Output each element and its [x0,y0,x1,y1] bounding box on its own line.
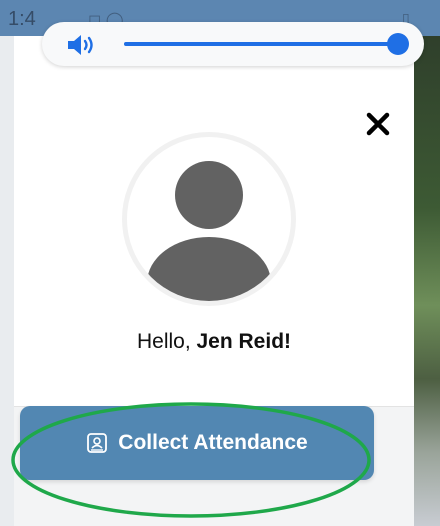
status-time: 1:4 [8,8,36,30]
id-badge-icon [87,433,108,453]
volume-slider-thumb[interactable] [387,33,410,55]
close-icon [366,112,390,136]
close-button[interactable] [364,110,392,138]
user-name: Jen Reid! [196,330,292,353]
collect-attendance-button[interactable]: Collect Attendance [20,406,374,480]
person-icon [147,161,271,301]
volume-slider-fill [124,42,399,46]
background-left-strip [0,36,14,526]
collect-attendance-label: Collect Attendance [118,431,308,454]
background-photo [414,36,440,526]
volume-overlay [42,22,424,66]
greeting-prefix: Hello, [136,330,197,353]
speaker-icon[interactable] [66,33,98,57]
avatar [122,132,296,306]
greeting-text: Hello, Jen Reid! [14,330,414,354]
volume-slider[interactable] [124,33,410,55]
